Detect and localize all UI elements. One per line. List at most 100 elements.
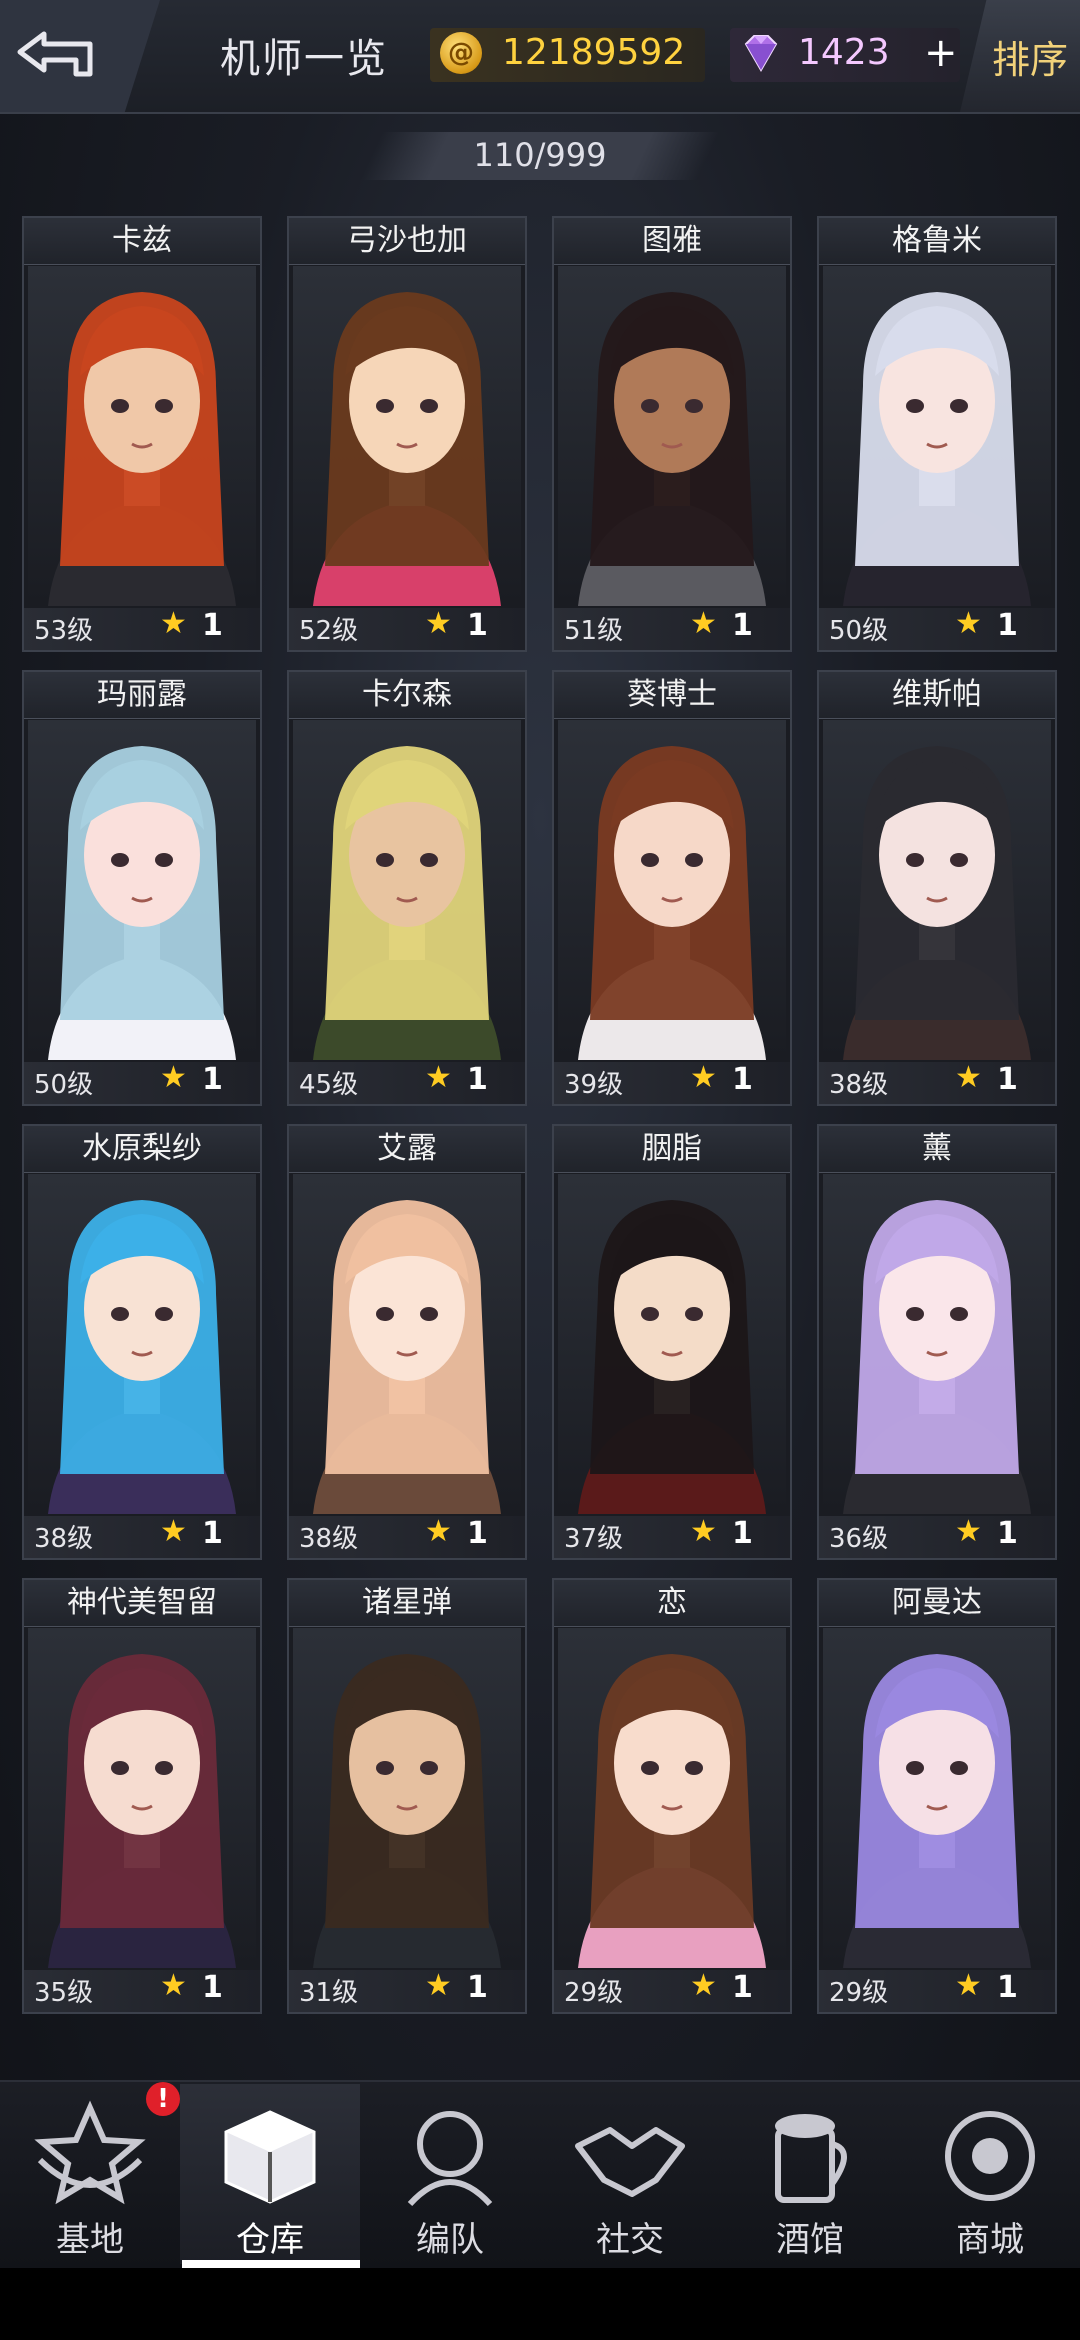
star-icon: ★ — [160, 606, 187, 641]
pilot-level: 38级 — [34, 1524, 94, 1554]
pilot-name: 诸星弹 — [289, 1580, 525, 1627]
pilot-star-count: 1 — [467, 1970, 488, 2005]
portrait-eye-right — [155, 399, 173, 413]
pilot-card[interactable]: 图雅 51级 ★ 1 — [552, 216, 792, 652]
portrait-art — [558, 1628, 786, 1968]
pilot-star-count: 1 — [732, 608, 753, 643]
gem-count: 1423 — [798, 32, 890, 73]
handshake-icon — [575, 2127, 685, 2197]
coin-count: 12189592 — [502, 32, 686, 73]
pilot-card[interactable]: 弓沙也加 52级 ★ 1 — [287, 216, 527, 652]
warehouse-icon — [224, 2110, 316, 2204]
portrait-eye-left — [906, 1761, 924, 1775]
star-icon: ★ — [690, 1968, 717, 2003]
pilot-name: 阿曼达 — [819, 1580, 1055, 1627]
portrait-eye-right — [950, 399, 968, 413]
pilot-card[interactable]: 阿曼达 29级 ★ 1 — [817, 1578, 1057, 2014]
portrait-art — [293, 1174, 521, 1514]
portrait-art — [28, 720, 256, 1060]
pilot-name: 格鲁米 — [819, 218, 1055, 265]
portrait-eye-right — [420, 1761, 438, 1775]
pilot-level: 38级 — [829, 1070, 889, 1100]
nav-tab-shop[interactable]: 商城 — [900, 2084, 1080, 2264]
nav-tab-handshake[interactable]: 社交 — [540, 2084, 720, 2264]
pilot-level: 36级 — [829, 1524, 889, 1554]
pilot-portrait — [823, 1174, 1051, 1514]
pilot-card[interactable]: 薰 36级 ★ 1 — [817, 1124, 1057, 1560]
system-bar — [0, 2268, 1080, 2340]
pilot-level: 50级 — [34, 1070, 94, 1100]
pilot-portrait — [558, 720, 786, 1060]
pilot-level: 50级 — [829, 616, 889, 646]
pilot-portrait — [823, 720, 1051, 1060]
pilot-level: 53级 — [34, 616, 94, 646]
pilot-name: 卡尔森 — [289, 672, 525, 719]
pilot-name: 胭脂 — [554, 1126, 790, 1173]
pilot-card[interactable]: 卡兹 53级 ★ 1 — [22, 216, 262, 652]
star-icon: ★ — [425, 1514, 452, 1549]
add-gems-button[interactable]: + — [924, 30, 958, 76]
pilot-card[interactable]: 水原梨纱 38级 ★ 1 — [22, 1124, 262, 1560]
pilot-card[interactable]: 玛丽露 50级 ★ 1 — [22, 670, 262, 1106]
pilot-level: 37级 — [564, 1524, 624, 1554]
pilot-star-count: 1 — [732, 1062, 753, 1097]
pilot-card[interactable]: 诸星弹 31级 ★ 1 — [287, 1578, 527, 2014]
star-icon: ★ — [425, 1968, 452, 2003]
portrait-eye-left — [641, 853, 659, 867]
coin-icon: @ — [440, 32, 482, 74]
star-icon: ★ — [160, 1968, 187, 2003]
portrait-art — [293, 1628, 521, 1968]
star-icon: ★ — [690, 606, 717, 641]
portrait-eye-right — [950, 853, 968, 867]
pilot-star-count: 1 — [997, 1062, 1018, 1097]
portrait-eye-right — [420, 853, 438, 867]
portrait-art — [823, 1628, 1051, 1968]
pilot-card[interactable]: 恋 29级 ★ 1 — [552, 1578, 792, 2014]
pilot-card[interactable]: 卡尔森 45级 ★ 1 — [287, 670, 527, 1106]
portrait-eye-left — [111, 1761, 129, 1775]
pilot-card[interactable]: 艾露 38级 ★ 1 — [287, 1124, 527, 1560]
portrait-eye-left — [906, 853, 924, 867]
pilot-name: 维斯帕 — [819, 672, 1055, 719]
pilot-card[interactable]: 胭脂 37级 ★ 1 — [552, 1124, 792, 1560]
pilot-level: 45级 — [299, 1070, 359, 1100]
portrait-eye-right — [685, 1761, 703, 1775]
pilot-level: 35级 — [34, 1978, 94, 2008]
star-icon: ★ — [425, 606, 452, 641]
nav-tab-tavern[interactable]: 酒馆 — [720, 2084, 900, 2264]
nav-label: 仓库 — [236, 2220, 304, 2260]
pilot-portrait — [558, 266, 786, 606]
team-icon — [407, 2111, 493, 2207]
pilot-portrait — [558, 1628, 786, 1968]
pilot-level: 38级 — [299, 1524, 359, 1554]
portrait-art — [28, 1174, 256, 1514]
portrait-eye-left — [641, 1307, 659, 1321]
nav-label: 基地 — [56, 2220, 124, 2260]
pilot-portrait — [293, 1628, 521, 1968]
nav-tab-warehouse[interactable]: 仓库 — [180, 2084, 360, 2264]
portrait-eye-right — [950, 1761, 968, 1775]
portrait-eye-left — [111, 1307, 129, 1321]
nav-tab-team[interactable]: 编队 — [360, 2084, 540, 2264]
star-icon: ★ — [955, 1060, 982, 1095]
portrait-eye-right — [420, 399, 438, 413]
pilot-star-count: 1 — [467, 1062, 488, 1097]
portrait-eye-right — [155, 853, 173, 867]
star-icon: ★ — [160, 1060, 187, 1095]
pilot-portrait — [293, 1174, 521, 1514]
portrait-art — [558, 720, 786, 1060]
pilot-level: 51级 — [564, 616, 624, 646]
pilot-level: 29级 — [564, 1978, 624, 2008]
star-icon: ★ — [955, 606, 982, 641]
pilot-name: 水原梨纱 — [24, 1126, 260, 1173]
pilot-name: 玛丽露 — [24, 672, 260, 719]
pilot-card[interactable]: 格鲁米 50级 ★ 1 — [817, 216, 1057, 652]
pilot-card[interactable]: 神代美智留 35级 ★ 1 — [22, 1578, 262, 2014]
star-icon: ★ — [160, 1514, 187, 1549]
portrait-eye-left — [376, 1307, 394, 1321]
pilot-star-count: 1 — [732, 1516, 753, 1551]
pilot-card[interactable]: 葵博士 39级 ★ 1 — [552, 670, 792, 1106]
pilot-portrait — [28, 266, 256, 606]
pilot-count: 110/999 — [473, 136, 607, 174]
pilot-card[interactable]: 维斯帕 38级 ★ 1 — [817, 670, 1057, 1106]
